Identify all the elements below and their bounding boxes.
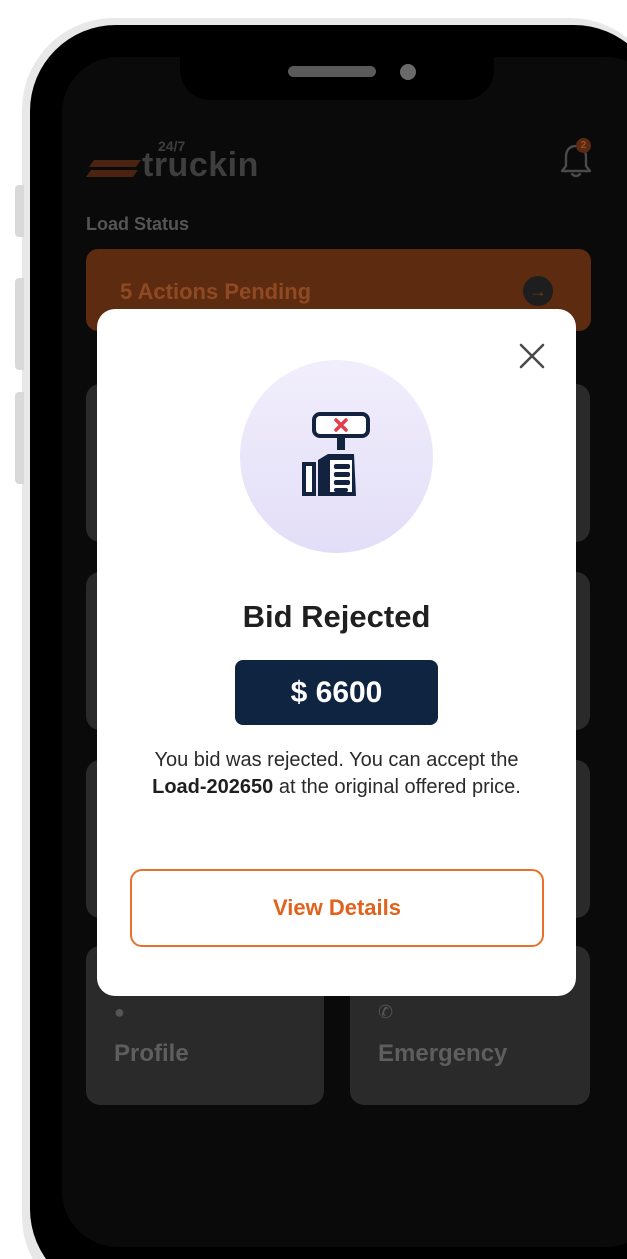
description-text-end: at the original offered price. — [273, 776, 521, 798]
emergency-tile-label: Emergency — [378, 1040, 508, 1067]
phone-silent-switch — [15, 185, 24, 237]
bid-rejected-icon-circle — [240, 360, 433, 553]
canvas: 24/7 truckin 2 Load Status 5 Actions Pen… — [0, 0, 627, 1259]
phone-volume-up-button — [15, 278, 24, 370]
app-header: 24/7 truckin 2 — [86, 132, 606, 192]
logo-bars-icon — [86, 160, 141, 177]
close-icon[interactable] — [515, 339, 549, 373]
phone-speaker — [288, 66, 376, 77]
view-details-button[interactable]: View Details — [130, 869, 544, 947]
phone-camera — [400, 64, 416, 80]
phone-volume-down-button — [15, 392, 24, 484]
description-text-start: You bid was rejected. You can accept the — [154, 749, 519, 771]
bid-rejected-modal: Bid Rejected $ 6600 You bid was rejected… — [97, 309, 576, 996]
logo-wordmark: truckin — [142, 146, 259, 184]
arrow-right-icon: → — [523, 276, 553, 306]
phone-icon: ✆ — [378, 1002, 394, 1022]
profile-tile-label: Profile — [114, 1040, 189, 1067]
modal-description: You bid was rejected. You can accept the… — [127, 747, 546, 801]
bid-rejected-hand-sign-icon — [302, 412, 370, 496]
load-id: Load-202650 — [152, 776, 274, 798]
bid-price-badge: $ 6600 — [235, 660, 438, 725]
modal-title: Bid Rejected — [242, 599, 431, 634]
notification-badge: 2 — [576, 138, 591, 153]
app-logo[interactable]: 24/7 truckin — [86, 138, 276, 188]
user-icon: ● — [114, 1002, 125, 1022]
load-status-label: Load Status — [86, 214, 190, 234]
phone-notch — [180, 56, 494, 100]
pending-actions-text: 5 Actions Pending — [120, 279, 312, 304]
